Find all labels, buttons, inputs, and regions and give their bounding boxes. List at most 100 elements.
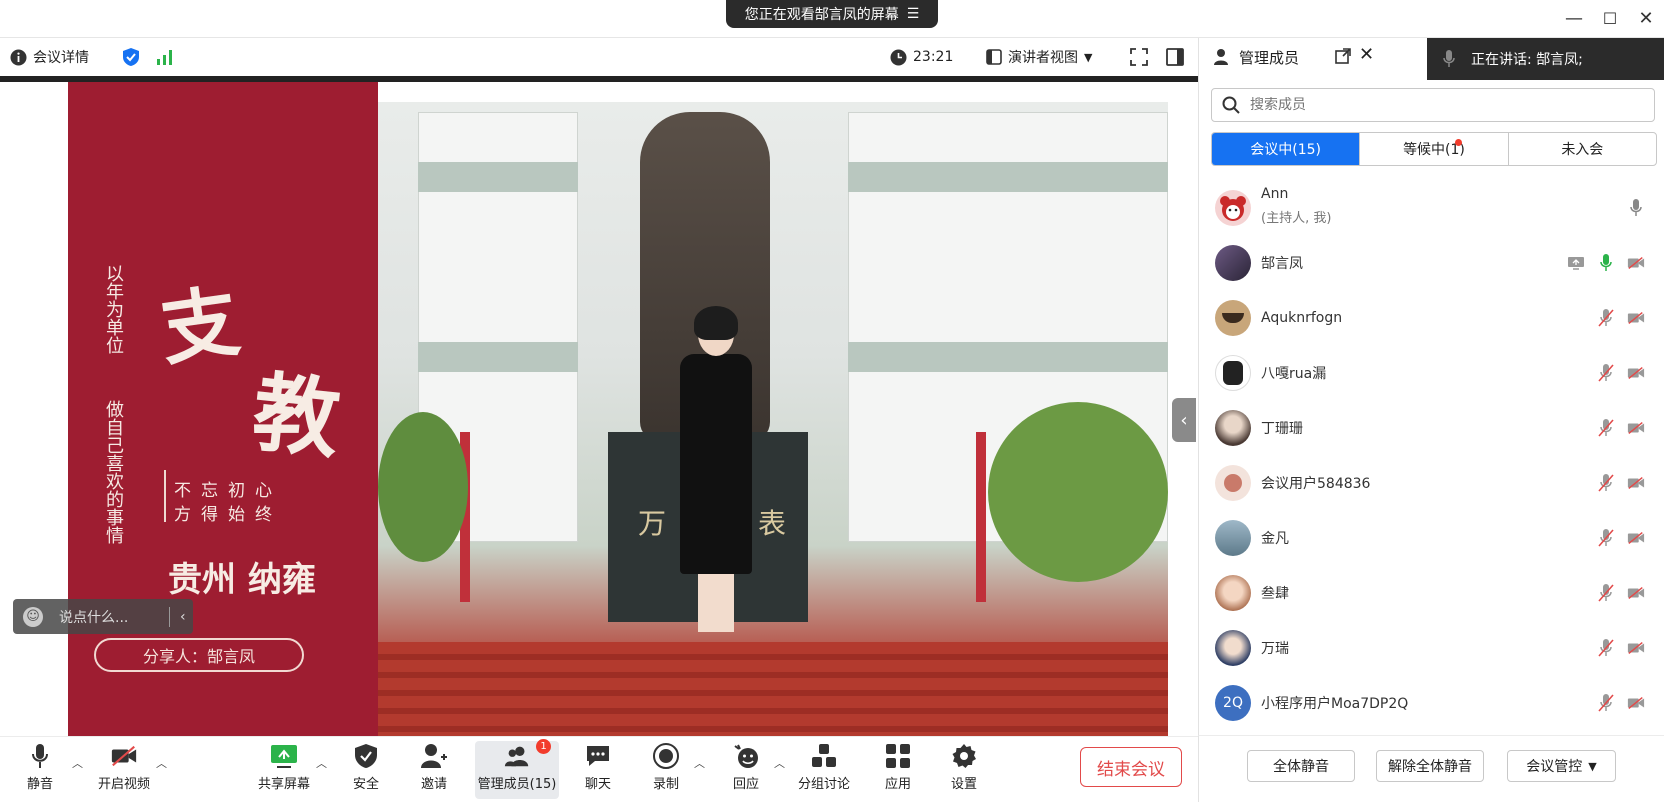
screen-share-icon bbox=[1567, 254, 1585, 272]
person-legs bbox=[698, 572, 734, 632]
member-name: 小程序用户Moa7DP2Q bbox=[1261, 695, 1409, 712]
member-row[interactable]: Ann (主持人, 我) bbox=[1199, 180, 1664, 235]
meeting-details-button[interactable]: 会议详情 bbox=[10, 38, 89, 76]
collapse-chat-icon[interactable]: ‹ bbox=[169, 606, 186, 627]
member-row[interactable]: 2Q 小程序用户Moa7DP2Q bbox=[1199, 675, 1664, 730]
members-icon bbox=[1214, 49, 1228, 65]
start-video-label: 开启视频 bbox=[98, 777, 151, 792]
unmute-all-button[interactable]: 解除全体静音 bbox=[1376, 750, 1484, 782]
microphone-muted-icon[interactable] bbox=[1597, 473, 1615, 492]
pop-out-icon[interactable] bbox=[1335, 48, 1351, 64]
share-banner[interactable]: 您正在观看郜言凤的屏幕 ☰ bbox=[726, 0, 938, 28]
member-row[interactable]: 八嘎rua漏 bbox=[1199, 345, 1664, 400]
record-icon bbox=[652, 741, 680, 771]
avatar bbox=[1215, 409, 1251, 446]
member-row[interactable]: 叁肆 bbox=[1199, 565, 1664, 620]
share-screen-button[interactable]: 共享屏幕 bbox=[258, 741, 310, 799]
member-row[interactable]: 郜言凤 bbox=[1199, 235, 1664, 290]
end-meeting-button[interactable]: 结束会议 bbox=[1080, 747, 1182, 787]
share-screen-label: 共享屏幕 bbox=[258, 777, 311, 792]
member-status-icons bbox=[1597, 693, 1645, 712]
apps-button[interactable]: 应用 bbox=[884, 741, 912, 799]
video-off-icon[interactable] bbox=[1627, 474, 1645, 492]
security-shield-indicator[interactable] bbox=[122, 38, 140, 76]
member-row[interactable]: 会议用户584836 bbox=[1199, 455, 1664, 510]
quick-chat-placeholder[interactable]: 说点什么... bbox=[59, 607, 159, 627]
mute-label: 静音 bbox=[26, 777, 53, 792]
breakout-rooms-button[interactable]: 分组讨论 bbox=[798, 741, 850, 799]
video-off-icon[interactable] bbox=[1627, 364, 1645, 382]
meeting-timer: 23:21 bbox=[890, 38, 953, 76]
member-row[interactable]: Aquknrfogn bbox=[1199, 290, 1664, 345]
close-panel-icon[interactable]: ✕ bbox=[1359, 44, 1374, 65]
video-options-caret-icon[interactable]: ︿ bbox=[156, 755, 167, 771]
quick-chat-bar[interactable]: ☺ 说点什么... ‹ bbox=[13, 599, 193, 634]
video-off-icon[interactable] bbox=[1627, 254, 1645, 272]
now-speaking-text: 正在讲话: 郜言凤; bbox=[1471, 52, 1583, 68]
mute-button[interactable]: 静音 bbox=[26, 741, 54, 799]
member-panel-title: 管理成员 bbox=[1239, 49, 1300, 67]
invite-button[interactable]: 邀请 bbox=[420, 741, 448, 799]
tab-not-joined[interactable]: 未入会 bbox=[1507, 133, 1656, 165]
shared-screen-view[interactable]: 以年为单位 做自己喜欢的事情 支 教 不忘初心 方得始终 贵州 纳雍 分享人：郜… bbox=[0, 82, 1198, 736]
video-off-icon[interactable] bbox=[1627, 639, 1645, 657]
close-window-button[interactable]: ✕ bbox=[1632, 6, 1660, 30]
tab-in-meeting[interactable]: 会议中(15) bbox=[1212, 133, 1360, 165]
drawn-avatar-shape bbox=[1224, 473, 1242, 492]
toggle-sidebar-button[interactable] bbox=[1166, 38, 1184, 76]
video-off-icon[interactable] bbox=[1627, 694, 1645, 712]
member-status-icons bbox=[1597, 363, 1645, 382]
person-hair bbox=[694, 306, 738, 340]
manage-members-button[interactable]: 1 管理成员(15) bbox=[475, 739, 559, 799]
fullscreen-button[interactable] bbox=[1130, 38, 1148, 76]
chat-button[interactable]: 聊天 bbox=[584, 741, 612, 799]
tree bbox=[988, 402, 1168, 582]
microphone-icon[interactable] bbox=[1627, 198, 1645, 217]
microphone-muted-icon[interactable] bbox=[1597, 638, 1615, 657]
member-tabs: 会议中(15) 等候中(1) 未入会 bbox=[1211, 132, 1657, 166]
member-row[interactable]: 丁珊珊 bbox=[1199, 400, 1664, 455]
balcony-stripe bbox=[848, 342, 1168, 372]
microphone-muted-icon[interactable] bbox=[1597, 363, 1615, 382]
pedestal-char-2: 表 bbox=[758, 507, 787, 540]
microphone-muted-icon[interactable] bbox=[1597, 583, 1615, 602]
caret-down-icon: ▼ bbox=[1588, 759, 1597, 773]
tab-waiting[interactable]: 等候中(1) bbox=[1359, 133, 1507, 165]
video-off-icon[interactable] bbox=[1627, 309, 1645, 327]
microphone-active-icon[interactable] bbox=[1597, 253, 1615, 272]
settings-button[interactable]: 设置 bbox=[950, 741, 978, 799]
member-name: 会议用户584836 bbox=[1261, 475, 1371, 492]
member-search-input[interactable] bbox=[1250, 97, 1630, 113]
record-options-caret-icon[interactable]: ︿ bbox=[694, 755, 705, 771]
network-signal-indicator[interactable] bbox=[156, 38, 174, 76]
view-mode-dropdown[interactable]: 演讲者视图 ▼ bbox=[986, 38, 1092, 76]
member-row[interactable]: 万瑞 bbox=[1199, 620, 1664, 675]
microphone-muted-icon[interactable] bbox=[1597, 693, 1615, 712]
member-status-icons bbox=[1597, 473, 1645, 492]
maximize-button[interactable]: ☐ bbox=[1596, 6, 1624, 30]
mute-all-button[interactable]: 全体静音 bbox=[1247, 750, 1355, 782]
mute-options-caret-icon[interactable]: ︿ bbox=[72, 755, 83, 771]
meeting-control-dropdown[interactable]: 会议管控 ▼ bbox=[1507, 750, 1616, 782]
minimize-button[interactable]: — bbox=[1560, 6, 1588, 30]
member-search-box[interactable] bbox=[1211, 88, 1655, 122]
collapse-video-tab-chevron-left-icon[interactable]: ‹ bbox=[1172, 398, 1196, 442]
member-name: 金凡 bbox=[1261, 530, 1289, 547]
emoji-icon[interactable]: ☺ bbox=[23, 606, 43, 627]
slide-big-char-2: 教 bbox=[248, 361, 345, 472]
microphone-muted-icon[interactable] bbox=[1597, 308, 1615, 327]
video-off-icon bbox=[110, 741, 138, 771]
reaction-options-caret-icon[interactable]: ︿ bbox=[774, 755, 785, 771]
security-button[interactable]: 安全 bbox=[352, 741, 380, 799]
video-off-icon[interactable] bbox=[1627, 584, 1645, 602]
video-off-icon[interactable] bbox=[1627, 529, 1645, 547]
member-status-icons bbox=[1597, 528, 1645, 547]
microphone-muted-icon[interactable] bbox=[1597, 528, 1615, 547]
start-video-button[interactable]: 开启视频 bbox=[98, 741, 150, 799]
member-row[interactable]: 金凡 bbox=[1199, 510, 1664, 565]
reaction-button[interactable]: 回应 bbox=[732, 741, 760, 799]
video-off-icon[interactable] bbox=[1627, 419, 1645, 437]
share-options-caret-icon[interactable]: ︿ bbox=[316, 755, 327, 771]
microphone-muted-icon[interactable] bbox=[1597, 418, 1615, 437]
record-button[interactable]: 录制 bbox=[652, 741, 680, 799]
